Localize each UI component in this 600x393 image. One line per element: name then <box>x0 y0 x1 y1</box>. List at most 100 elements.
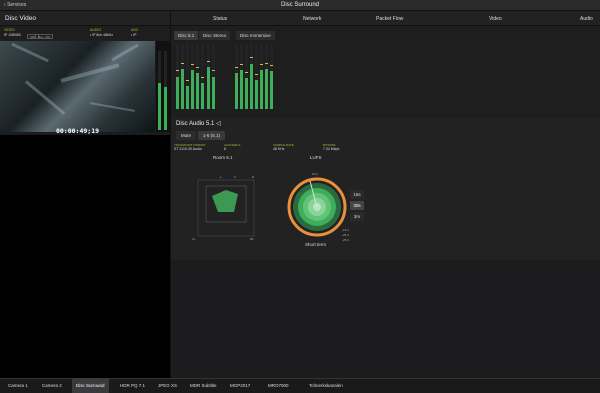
meter-peak <box>260 63 263 65</box>
bottom-tab-7[interactable]: MRO7000 <box>264 378 293 393</box>
tab-bar: Status Network Packet Flow Video Audio <box>171 11 600 26</box>
meter-fill <box>240 70 243 109</box>
meter-group3-5 <box>260 44 263 109</box>
meter-group1-3 <box>191 44 194 109</box>
timecode: 00:00:49;19 <box>55 127 100 135</box>
top-bar: ‹ Services Disc Surround <box>0 0 600 11</box>
meter-fill <box>186 86 189 109</box>
channel-select[interactable]: 1-6 (5.1) <box>198 131 226 140</box>
room-label: Room 5.1 <box>213 155 233 160</box>
room-ch-c: C <box>234 175 237 179</box>
meter-group3-1 <box>240 44 243 109</box>
meter-fill <box>207 66 210 109</box>
room-ch-l: L <box>220 175 222 179</box>
video-empty-area <box>0 135 170 378</box>
left-panel-header: Disc Video <box>0 11 170 26</box>
meter-fill <box>191 70 194 109</box>
meter-peak <box>207 60 210 62</box>
tab-audio[interactable]: Audio <box>580 16 593 22</box>
bottom-tab-5[interactable]: MDR Subtitle <box>186 378 221 393</box>
window-3m[interactable]: 3m <box>350 212 364 221</box>
bottom-tab-4[interactable]: JPEG XS <box>154 378 181 393</box>
meter-peak <box>176 70 179 72</box>
window-30s[interactable]: 30s <box>350 201 364 210</box>
meter-peak <box>212 70 215 72</box>
stream-info <box>0 26 170 41</box>
meter-peak <box>196 67 199 69</box>
meter-group3-6 <box>265 44 268 109</box>
meter-peak <box>235 67 238 69</box>
meter-peak <box>265 62 268 64</box>
meter-fill <box>235 73 238 109</box>
meter-peak <box>201 76 204 78</box>
meter-peak <box>255 73 258 75</box>
meter-group2-0 <box>207 44 210 109</box>
meter-fill <box>245 77 248 109</box>
anc-value: • IP <box>131 33 137 37</box>
meter-group1-0 <box>176 44 179 109</box>
audio-detail-title: Disc Audio 5.1 ◁ <box>176 120 221 127</box>
video-preview[interactable] <box>0 41 155 132</box>
meter-peak <box>250 57 253 59</box>
video-audio-meter <box>156 41 170 132</box>
audio-label: AUDIO <box>90 28 102 32</box>
meter-peak <box>240 63 243 65</box>
meter-fill <box>260 70 263 109</box>
meter-group3-0 <box>235 44 238 109</box>
meter-group1-2 <box>186 44 189 109</box>
page-title: Disc Surround <box>280 2 319 8</box>
meter-group3-7 <box>270 44 273 109</box>
window-15s[interactable]: 15s <box>350 190 364 199</box>
video-panel-title: Disc Video <box>5 15 36 22</box>
meter-fill <box>250 63 253 109</box>
tab-disc-stereo[interactable]: Disc Stereo <box>199 31 231 40</box>
meter-fill <box>212 76 215 109</box>
bottom-tab-0[interactable]: Camera 1 <box>4 378 32 393</box>
audio-detail-title-text: Disc Audio 5.1 <box>176 121 215 127</box>
meter-fill <box>196 73 199 109</box>
meter-fill <box>181 68 184 109</box>
bottom-tab-1[interactable]: Camera 2 <box>38 378 66 393</box>
short-term-label: Short term <box>305 242 327 247</box>
room-surround-diagram: L C R Ls Rs <box>192 175 255 241</box>
meter-peak <box>270 65 273 67</box>
channels-label: CHANNELS <box>224 143 241 147</box>
meter-fill <box>201 83 204 109</box>
tab-video[interactable]: Video <box>489 16 502 22</box>
room-ch-ls: Ls <box>192 237 196 241</box>
readout-2: -26.3 <box>342 233 349 237</box>
meter-group1-5 <box>201 44 204 109</box>
meter-group3-4 <box>255 44 258 109</box>
tab-status[interactable]: Status <box>213 16 227 22</box>
sample-rate-value: 48 KHz <box>273 147 285 151</box>
meter-group1-4 <box>196 44 199 109</box>
room-ch-rs: Rs <box>250 237 254 241</box>
meter-fill <box>270 71 273 109</box>
anc-label: ANC <box>131 28 139 32</box>
readout-3: -25.3 <box>342 238 349 242</box>
readout-1: -16.3 <box>342 228 349 232</box>
bottom-tab-2[interactable]: Disc Surround <box>72 378 109 393</box>
meter-group2-1 <box>212 44 215 109</box>
meter-peak <box>191 63 194 65</box>
mute-button[interactable]: Mute <box>176 131 197 140</box>
meter-fill <box>176 76 179 109</box>
meter-fill <box>265 68 268 109</box>
tab-disc-immersive[interactable]: Disc Immersive <box>236 31 275 40</box>
bottom-tab-3[interactable]: HDR PQ 7.1 <box>116 378 149 393</box>
bitrate-value: 7.34 Mbps <box>323 147 340 151</box>
meter-peak <box>181 62 184 64</box>
bottom-tab-8[interactable]: Tolmerkskanalen <box>305 378 347 393</box>
meter-group1-1 <box>181 44 184 109</box>
meter-peak <box>186 80 189 82</box>
lufs-label: LUFS <box>310 155 322 160</box>
meter-group3-3 <box>250 44 253 109</box>
colorspace-chip: Rec. 709 <box>35 34 54 39</box>
tab-network[interactable]: Network <box>303 16 321 22</box>
meter-fill <box>255 79 258 109</box>
audio-value: • IP 8ch 48kHz <box>90 33 113 37</box>
bottom-tab-6[interactable]: MGP2017 <box>226 378 254 393</box>
loudness-full-tick: FULL <box>312 173 319 176</box>
tab-packet-flow[interactable]: Packet Flow <box>376 16 403 22</box>
tab-disc-5-1[interactable]: Disc 5.1 <box>174 31 199 40</box>
